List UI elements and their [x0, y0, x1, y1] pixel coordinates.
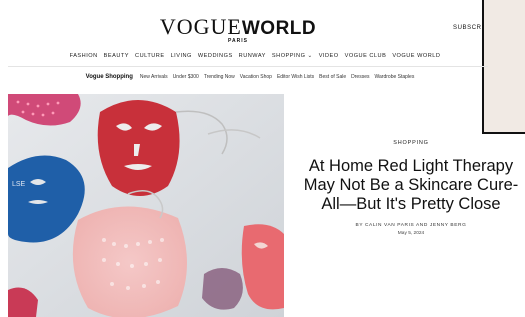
nav-item-weddings[interactable]: WEDDINGS: [198, 53, 233, 59]
nav-item-vogue-club[interactable]: VOGUE CLUB: [345, 53, 387, 59]
article-header: SHOPPING At Home Red Light Therapy May N…: [297, 140, 525, 236]
nav-item-beauty[interactable]: BEAUTY: [104, 53, 129, 59]
primary-nav: FASHION BEAUTY CULTURE LIVING WEDDINGS R…: [0, 53, 510, 59]
subnav-item-editor-wish-lists[interactable]: Editor Wish Lists: [277, 74, 314, 80]
logo-vogue: VOGUE: [159, 14, 242, 39]
subnav-item-dresses[interactable]: Dresses: [351, 74, 369, 80]
article-kicker[interactable]: SHOPPING: [297, 140, 525, 146]
subnav-item-wardrobe-staples[interactable]: Wardrobe Staples: [374, 74, 414, 80]
subnav-item-trending-now[interactable]: Trending Now: [204, 74, 235, 80]
article-byline: BY CALIN VAN PARIS AND JENNY BERG: [355, 223, 467, 228]
nav-item-shopping[interactable]: SHOPPING ⌄: [272, 53, 313, 59]
subnav-item-under-300[interactable]: Under $300: [173, 74, 199, 80]
red-light-masks-illustration: LSE: [8, 94, 284, 317]
article-headline: At Home Red Light Therapy May Not Be a S…: [303, 157, 519, 213]
nav-item-video[interactable]: VIDEO: [319, 53, 339, 59]
svg-text:LSE: LSE: [12, 181, 26, 188]
subnav-item-best-of-sale[interactable]: Best of Sale: [319, 74, 346, 80]
article-date: May 5, 2024: [397, 231, 425, 236]
subnav-item-new-arrivals[interactable]: New Arrivals: [140, 74, 168, 80]
nav-item-culture[interactable]: CULTURE: [135, 53, 165, 59]
nav-divider: [8, 66, 488, 67]
nav-item-runway[interactable]: RUNWAY: [239, 53, 266, 59]
shopping-subnav: Vogue Shopping New Arrivals Under $300 T…: [0, 74, 500, 80]
nav-item-vogue-world[interactable]: VOGUE WORLD: [392, 53, 440, 59]
nav-item-fashion[interactable]: FASHION: [70, 53, 98, 59]
subnav-title[interactable]: Vogue Shopping: [86, 74, 133, 80]
hero-image[interactable]: LSE: [8, 94, 284, 317]
subnav-item-vacation-shop[interactable]: Vacation Shop: [240, 74, 272, 80]
vogue-world-logo[interactable]: VOGUEWORLD PARIS: [0, 14, 476, 44]
overlay-panel: [482, 0, 525, 134]
logo-city: PARIS: [228, 38, 248, 44]
nav-item-living[interactable]: LIVING: [171, 53, 192, 59]
logo-world: WORLD: [241, 18, 317, 39]
